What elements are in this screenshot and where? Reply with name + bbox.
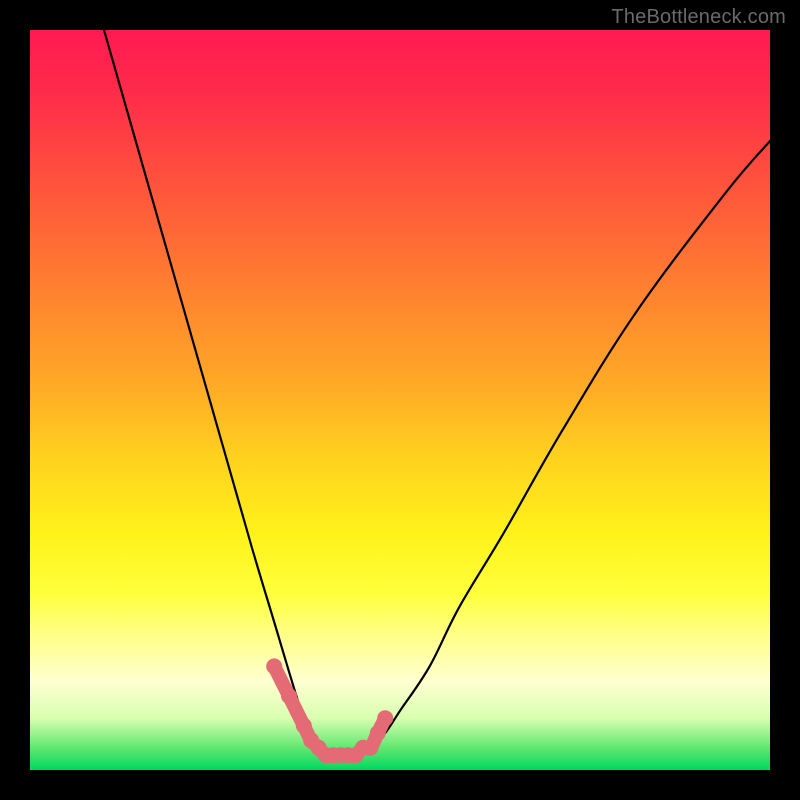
curve-layer <box>30 30 770 770</box>
highlight-dot <box>370 725 386 741</box>
watermark-text: TheBottleneck.com <box>611 6 786 29</box>
plot-area <box>30 30 770 770</box>
highlight-dot <box>266 658 282 674</box>
highlight-dot <box>296 718 312 734</box>
highlight-dot <box>281 688 297 704</box>
highlight-dot <box>377 710 393 726</box>
chart-frame: TheBottleneck.com <box>0 0 800 800</box>
highlight-dot <box>362 740 378 756</box>
bottleneck-curve <box>104 30 770 756</box>
